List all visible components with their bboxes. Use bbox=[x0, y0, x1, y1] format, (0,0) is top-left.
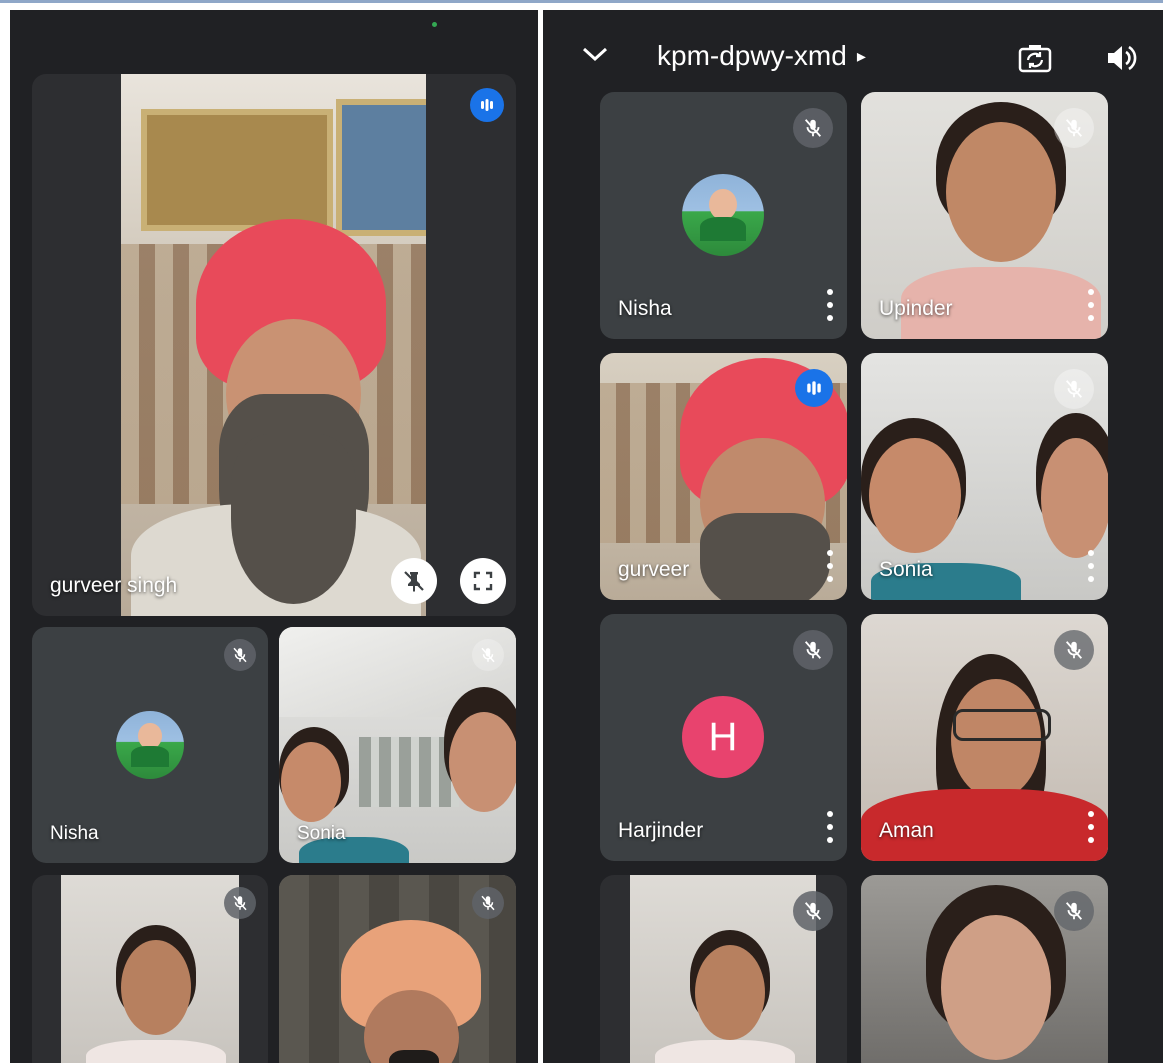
more-options-icon[interactable] bbox=[1086, 550, 1096, 582]
participant-beard-lower bbox=[231, 434, 356, 604]
camera-indicator-dot bbox=[432, 22, 437, 27]
glasses bbox=[953, 709, 1051, 741]
participant-tile-nisha[interactable]: Nisha bbox=[32, 627, 268, 863]
participant-tile-aman[interactable]: Aman bbox=[861, 614, 1108, 861]
more-options-icon[interactable] bbox=[825, 811, 835, 843]
more-options-icon[interactable] bbox=[1086, 289, 1096, 321]
participant-name: gurveer bbox=[618, 558, 690, 581]
participant-tile-sonia[interactable]: Sonia bbox=[279, 627, 516, 863]
participant-tile-gurveer[interactable]: gurveer bbox=[600, 353, 847, 600]
speaking-indicator-icon bbox=[795, 369, 833, 407]
participant-face bbox=[1041, 438, 1108, 558]
left-meeting-view: gurveer singh Nisha Sonia bbox=[10, 10, 538, 1063]
participant-tile[interactable] bbox=[861, 875, 1108, 1063]
participant-tile[interactable] bbox=[279, 875, 516, 1063]
participant-beard bbox=[700, 513, 830, 600]
mic-off-icon bbox=[793, 891, 833, 931]
mic-off-icon bbox=[1054, 630, 1094, 670]
audio-output-button[interactable] bbox=[1105, 42, 1139, 79]
featured-video bbox=[121, 74, 426, 616]
mic-off-icon bbox=[793, 630, 833, 670]
mic-off-icon bbox=[224, 887, 256, 919]
participant-tile[interactable] bbox=[32, 875, 268, 1063]
speaker-icon bbox=[1108, 45, 1137, 71]
participant-name: Aman bbox=[879, 819, 934, 842]
participant-name: Upinder bbox=[879, 297, 953, 320]
meeting-code-button[interactable]: kpm-dpwy-xmd ▸ bbox=[657, 40, 866, 72]
participant-tile-upinder[interactable]: Upinder bbox=[861, 92, 1108, 339]
mic-off-icon bbox=[1054, 369, 1094, 409]
more-options-icon[interactable] bbox=[825, 550, 835, 582]
participant-name: gurveer singh bbox=[50, 574, 178, 597]
participant-face bbox=[449, 712, 516, 812]
mic-off-icon bbox=[472, 639, 504, 671]
participant-name: Harjinder bbox=[618, 819, 704, 842]
participant-face bbox=[946, 122, 1056, 262]
participant-name: Nisha bbox=[50, 823, 99, 844]
mic-off-icon bbox=[1054, 891, 1094, 931]
participant-video bbox=[61, 875, 239, 1063]
chevron-down-icon bbox=[582, 47, 608, 62]
unpin-icon bbox=[404, 571, 424, 592]
participant-face bbox=[941, 915, 1051, 1060]
meeting-code: kpm-dpwy-xmd bbox=[657, 40, 847, 71]
participant-name: Nisha bbox=[618, 297, 672, 320]
participant-tile[interactable] bbox=[600, 875, 847, 1063]
participant-face bbox=[281, 742, 341, 822]
participant-tile-sonia[interactable]: Sonia bbox=[861, 353, 1108, 600]
avatar-initial: H bbox=[682, 696, 764, 778]
fullscreen-button[interactable] bbox=[460, 558, 506, 604]
speaking-indicator-icon bbox=[470, 88, 504, 122]
participant-shirt bbox=[86, 1040, 226, 1063]
right-meeting-view: kpm-dpwy-xmd ▸ Nisha Upinder gurveer Son… bbox=[543, 10, 1163, 1063]
wall-frame bbox=[336, 99, 426, 236]
mic-off-icon bbox=[224, 639, 256, 671]
avatar bbox=[682, 174, 764, 256]
featured-tile-gurveer[interactable]: gurveer singh bbox=[32, 74, 516, 616]
switch-camera-button[interactable] bbox=[1017, 42, 1053, 79]
participant-face bbox=[695, 945, 765, 1040]
mic-off-icon bbox=[472, 887, 504, 919]
participant-face bbox=[121, 940, 191, 1035]
window-top-border bbox=[0, 0, 1163, 3]
participant-face bbox=[869, 438, 961, 553]
participant-name: Sonia bbox=[879, 558, 933, 581]
chevron-right-icon: ▸ bbox=[856, 45, 866, 66]
participant-video bbox=[630, 875, 816, 1063]
participant-beard bbox=[389, 1050, 439, 1063]
mic-off-icon bbox=[1054, 108, 1094, 148]
unpin-button[interactable] bbox=[391, 558, 437, 604]
collapse-button[interactable] bbox=[580, 44, 610, 69]
participant-tile-harjinder[interactable]: H Harjinder bbox=[600, 614, 847, 861]
switch-camera-icon bbox=[1018, 45, 1052, 73]
participant-tile-nisha[interactable]: Nisha bbox=[600, 92, 847, 339]
participant-name: Sonia bbox=[297, 823, 346, 844]
more-options-icon[interactable] bbox=[1086, 811, 1096, 843]
participant-shirt bbox=[655, 1040, 795, 1063]
mic-off-icon bbox=[793, 108, 833, 148]
avatar bbox=[116, 711, 184, 779]
more-options-icon[interactable] bbox=[825, 289, 835, 321]
wall-frame bbox=[141, 109, 333, 231]
fullscreen-icon bbox=[473, 571, 493, 591]
